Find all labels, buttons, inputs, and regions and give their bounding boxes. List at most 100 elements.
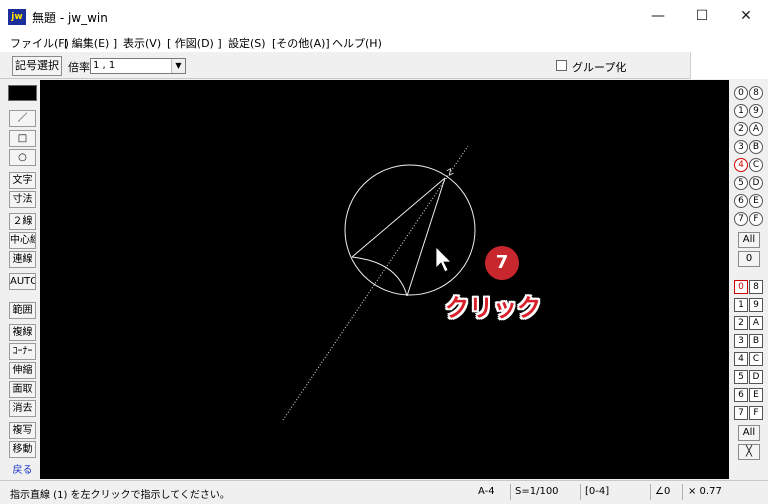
layer-button[interactable]: 7 <box>734 406 748 420</box>
layer-group-zero-button[interactable]: 0 <box>738 251 760 267</box>
tool-rect[interactable]: □ <box>9 130 36 147</box>
layer-group-button[interactable]: 3 <box>734 140 748 154</box>
tool-auto[interactable]: AUTO <box>9 273 36 290</box>
line-type-sample[interactable] <box>8 85 37 101</box>
layer-button[interactable]: 2 <box>734 316 748 330</box>
layer-button[interactable]: 0 <box>734 280 748 294</box>
layer-group-button[interactable]: 5 <box>734 176 748 190</box>
drawing-canvas[interactable]: z <box>40 80 729 479</box>
layer-group-button[interactable]: A <box>749 122 763 136</box>
group-checkbox-label[interactable]: グループ化 <box>572 59 626 75</box>
menu-edit[interactable]: [ 編集(E) ] <box>64 35 117 51</box>
maximize-button[interactable]: ☐ <box>680 0 724 32</box>
left-tool-panel: ／ □ ○ 文字 寸法 ２線 中心線 連線 AUTO 範囲 複線 ｺｰﾅｰ 伸縮… <box>0 80 40 479</box>
tool-continuous-line[interactable]: 連線 <box>9 251 36 268</box>
menu-help[interactable]: ヘルプ(H) <box>332 35 382 51</box>
mouse-cursor-icon <box>435 246 452 273</box>
layer-button[interactable]: 8 <box>749 280 763 294</box>
scale-value: 1 , 1 <box>93 60 116 71</box>
menu-view[interactable]: 表示(V) <box>123 35 161 51</box>
status-layer[interactable]: [0-4] <box>585 486 609 497</box>
layer-group-button[interactable]: E <box>749 194 763 208</box>
dropdown-arrow-icon[interactable]: ▼ <box>171 59 185 73</box>
circle-shape <box>344 164 476 296</box>
layer-button[interactable]: 3 <box>734 334 748 348</box>
tool-duplicate[interactable]: 複写 <box>9 422 36 439</box>
status-paper-size[interactable]: A-4 <box>478 486 495 497</box>
symbol-select-button[interactable]: 記号選択 <box>12 56 62 76</box>
tool-corner[interactable]: ｺｰﾅｰ <box>9 343 36 360</box>
layer-group-button[interactable]: D <box>749 176 763 190</box>
layer-button[interactable]: E <box>749 388 763 402</box>
layer-group-button[interactable]: 9 <box>749 104 763 118</box>
tool-range[interactable]: 範囲 <box>9 302 36 319</box>
scale-label: 倍率 <box>68 61 90 74</box>
construction-line <box>282 145 469 421</box>
sector-edge-right <box>406 177 446 297</box>
layer-group-button[interactable]: 0 <box>734 86 748 100</box>
menu-draw[interactable]: [ 作図(D) ] <box>167 35 222 51</box>
step-badge: 7 <box>485 246 519 280</box>
menu-file[interactable]: ファイル(F) <box>10 35 69 51</box>
toolbar-blank-area <box>690 52 768 79</box>
layer-button[interactable]: 6 <box>734 388 748 402</box>
layer-group-button[interactable]: F <box>749 212 763 226</box>
title-bar: jw 無題 - jw_win — ☐ ✕ <box>0 0 768 32</box>
tool-text[interactable]: 文字 <box>9 172 36 189</box>
layer-button[interactable]: 1 <box>734 298 748 312</box>
tool-chamfer[interactable]: 面取 <box>9 381 36 398</box>
layer-group-button[interactable]: C <box>749 158 763 172</box>
sector-arc <box>351 256 408 297</box>
close-button[interactable]: ✕ <box>724 0 768 32</box>
layer-group-button[interactable]: 7 <box>734 212 748 226</box>
menu-settings[interactable]: 設定(S) <box>228 35 266 51</box>
layer-button[interactable]: 5 <box>734 370 748 384</box>
status-angle[interactable]: ∠0 <box>655 486 670 497</box>
tool-erase[interactable]: 消去 <box>9 400 36 417</box>
menu-other[interactable]: [その他(A)] <box>272 35 330 51</box>
layer-button[interactable]: B <box>749 334 763 348</box>
layer-button[interactable]: C <box>749 352 763 366</box>
tool-stretch[interactable]: 伸縮 <box>9 362 36 379</box>
tool-back[interactable]: 戻る <box>9 462 36 479</box>
app-icon[interactable]: jw <box>8 9 26 25</box>
layer-group-button[interactable]: 4 <box>734 158 748 172</box>
layer-group-button[interactable]: 6 <box>734 194 748 208</box>
status-scale[interactable]: S=1/100 <box>515 486 559 497</box>
layer-group-button[interactable]: 8 <box>749 86 763 100</box>
click-instruction-label: クリック <box>445 294 541 322</box>
layer-group-button[interactable]: B <box>749 140 763 154</box>
status-separator <box>580 484 581 500</box>
status-bar: 指示直線 (1) を左クリックで指示してください。 A-4 S=1/100 [0… <box>0 480 768 504</box>
layer-group-button[interactable]: 1 <box>734 104 748 118</box>
tool-circle[interactable]: ○ <box>9 149 36 166</box>
status-separator <box>650 484 651 500</box>
layer-panel: 08192A3B4C5D6E7F All 0 08192A3B4C5D6E7F … <box>729 80 768 479</box>
sector-edge-left <box>351 177 446 258</box>
tool-line[interactable]: ／ <box>9 110 36 127</box>
scale-select[interactable]: 1 , 1 ▼ <box>90 58 186 74</box>
tool-copy-line[interactable]: 複線 <box>9 324 36 341</box>
layer-all-button[interactable]: All <box>738 425 760 441</box>
menu-bar: ファイル(F) [ 編集(E) ] 表示(V) [ 作図(D) ] 設定(S) … <box>0 32 768 52</box>
tool-dimension[interactable]: 寸法 <box>9 191 36 208</box>
minimize-button[interactable]: — <box>636 0 680 32</box>
layer-group-button[interactable]: 2 <box>734 122 748 136</box>
group-checkbox[interactable] <box>556 60 567 71</box>
layer-button[interactable]: A <box>749 316 763 330</box>
end-mark: z <box>444 164 456 178</box>
layer-button[interactable]: 9 <box>749 298 763 312</box>
tool-move[interactable]: 移動 <box>9 441 36 458</box>
tool-center-line[interactable]: 中心線 <box>9 232 36 249</box>
status-separator <box>510 484 511 500</box>
status-message: 指示直線 (1) を左クリックで指示してください。 <box>10 490 230 501</box>
status-factor[interactable]: × 0.77 <box>688 486 722 497</box>
layer-button[interactable]: F <box>749 406 763 420</box>
layer-button[interactable]: 4 <box>734 352 748 366</box>
layer-group-all-button[interactable]: All <box>738 232 760 248</box>
layer-button[interactable]: D <box>749 370 763 384</box>
status-separator <box>682 484 683 500</box>
window-title: 無題 - jw_win <box>32 11 108 25</box>
tool-double-line[interactable]: ２線 <box>9 213 36 230</box>
layer-cross-button[interactable]: ╳ <box>738 444 760 460</box>
